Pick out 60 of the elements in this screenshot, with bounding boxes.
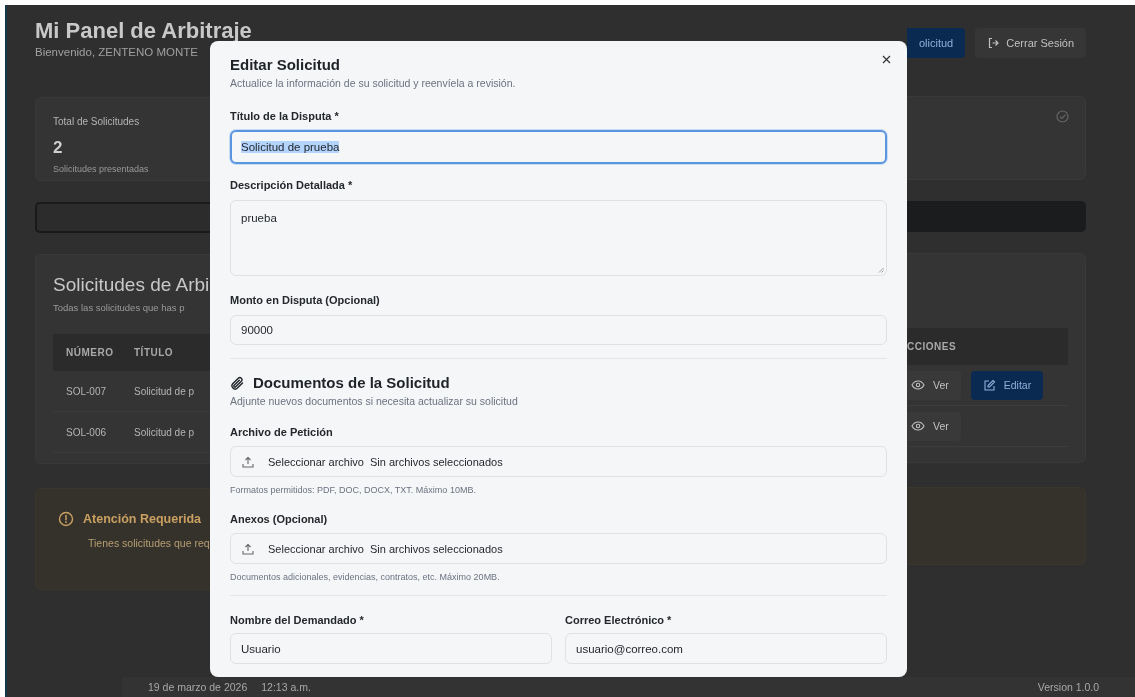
field-label: Título de la Disputa * (230, 109, 339, 124)
upload-icon (242, 542, 254, 555)
footer-date: 19 de marzo de 2026 (148, 681, 248, 693)
logout-icon (987, 37, 1000, 49)
upload-icon (242, 455, 254, 468)
file-input[interactable]: Seleccionar archivo Sin archivos seleccionados (230, 533, 887, 564)
field-hint: Documentos adicionales, evidencias, contratos, etc. Máximo 20MB. (230, 571, 500, 583)
file-status-text: Sin archivos seleccionados (370, 542, 503, 555)
welcome-text: Bienvenido, ZENTENO MONTE (35, 46, 198, 59)
table-cell: Solicitud de p (134, 426, 195, 438)
close-icon (882, 55, 891, 64)
dialog-subtitle: Actualice la información de su solicitud y reenvíela a revisión. (230, 76, 516, 91)
table-cell-text: SOL-007 (65, 385, 108, 397)
footer-time: 12:13 a.m. (261, 681, 311, 693)
check-circle-icon (1056, 110, 1070, 123)
section-heading: Documentos de la Solicitud (253, 373, 450, 393)
file-input[interactable]: Seleccionar archivo Sin archivos seleccionados (230, 446, 887, 477)
page-title: Mi Panel de Arbitraje (35, 18, 252, 44)
field-label: Anexos (Opcional) (230, 512, 328, 527)
eye-icon (911, 380, 925, 390)
field-label: Correo Electrónico * (565, 613, 672, 628)
choose-file-button[interactable]: Seleccionar archivo (268, 542, 364, 555)
column-header: TÍTULO (134, 347, 174, 358)
stat-value: 2 (53, 138, 63, 158)
text-field[interactable]: Solicitud de prueba (230, 130, 887, 164)
stat-label: Total de Solicitudes (53, 116, 140, 127)
edit-button[interactable]: Editar (970, 370, 1044, 400)
eye-icon (911, 421, 925, 431)
choose-file-button[interactable]: Seleccionar archivo (268, 455, 364, 468)
field-label: Monto en Disputa (Opcional) (230, 293, 380, 308)
field-label: Nombre del Demandado * (230, 613, 364, 628)
section-subtitle: Adjunte nuevos documentos si necesita actualizar su solicitud (230, 394, 518, 409)
field-hint: Formatos permitidos: PDF, DOC, DOCX, TXT. Máximo 10MB. (230, 484, 476, 496)
text-area[interactable]: prueba (230, 200, 887, 276)
table-cell: Solicitud de p (134, 385, 195, 397)
info-circle-icon (58, 511, 74, 527)
version-text: Version 1.0.0 (1037, 681, 1100, 693)
new-request-button[interactable]: olicitud (907, 28, 966, 58)
file-status-text: Sin archivos seleccionados (370, 455, 503, 468)
alert-title: Atención Requerida (83, 512, 202, 526)
text-field[interactable]: Usuario (230, 633, 552, 664)
table-cell-text: SOL-006 (65, 426, 108, 438)
view-button[interactable]: Ver (907, 370, 961, 400)
resize-grip-icon (878, 267, 884, 273)
logout-button[interactable]: Cerrar Sesión (975, 28, 1087, 58)
dialog-title: Editar Solicitud (230, 55, 340, 75)
text-field[interactable]: usuario@correo.com (565, 633, 887, 664)
alert-text: Tienes solicitudes que req (88, 537, 210, 549)
section-subtitle: Todas las solicitudes que has p (53, 301, 185, 315)
view-button[interactable]: Ver (907, 411, 961, 441)
close-button[interactable] (882, 55, 891, 64)
edit-icon (982, 378, 996, 392)
text-field[interactable]: 90000 (230, 315, 887, 345)
column-header: CCIONES (907, 341, 957, 352)
stat-caption: Solicitudes presentadas (53, 164, 149, 174)
field-label: Descripción Detallada * (230, 178, 353, 193)
field-label: Archivo de Petición (230, 425, 333, 440)
section-title: Solicitudes de Arbi (53, 273, 210, 297)
paperclip-icon (230, 375, 245, 391)
column-header: NÚMERO (65, 347, 115, 358)
